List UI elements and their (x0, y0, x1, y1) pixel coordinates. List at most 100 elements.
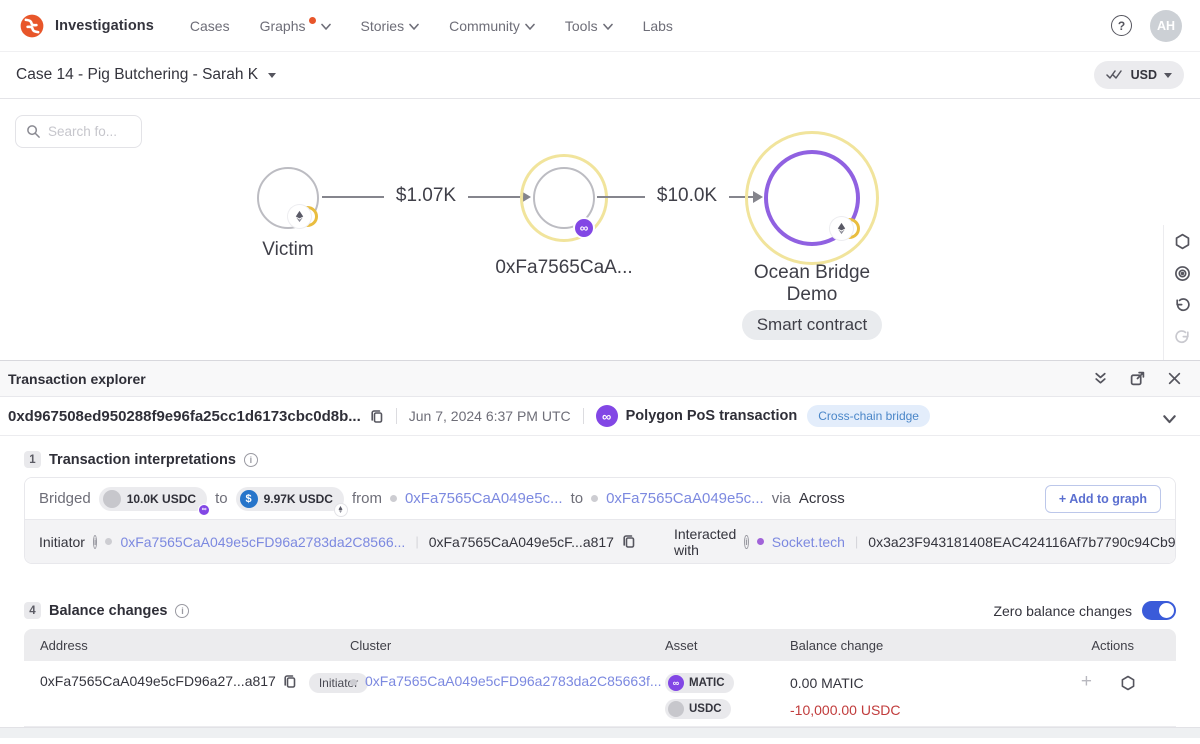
balance-section-header: 4 Balance changes i Zero balance changes (24, 601, 1176, 620)
address-dot (350, 679, 357, 686)
canvas-toolbar (1163, 225, 1200, 360)
info-icon[interactable]: i (244, 453, 258, 467)
bridged-interpretation-row: Bridged 10.0K USDC ∞ to $ 9.97K USDC fro… (25, 478, 1175, 520)
transaction-summary-row[interactable]: 0xd967508ed950288f9e96fa25cc1d6173cbc0d8… (0, 397, 1200, 436)
ethereum-icon (293, 210, 306, 223)
case-bar: Case 14 - Pig Butchering - Sarah K USD (0, 52, 1200, 99)
node-victim-label[interactable]: Victim (238, 239, 338, 261)
case-title: Case 14 - Pig Butchering - Sarah K (16, 66, 258, 84)
initiator-address-link[interactable]: 0xFa7565CaA049e5cFD96a2783da2C8566... (120, 534, 405, 550)
copy-icon[interactable] (370, 409, 384, 424)
bridge-protocol-name: Across (799, 490, 845, 507)
via-word: via (772, 490, 791, 507)
from-word: from (352, 490, 382, 507)
balance-count-badge: 4 (24, 602, 41, 619)
add-to-graph-button[interactable]: + Add to graph (1045, 485, 1161, 513)
graph-canvas[interactable]: Victim $1.07K ∞ 0xFa7565CaA... $10.0K (0, 99, 1200, 360)
interacted-entity-link[interactable]: Socket.tech (772, 534, 845, 550)
nav-item-cases[interactable]: Cases (190, 16, 230, 36)
usdc-icon: $ (240, 490, 258, 508)
redo-icon[interactable] (1174, 329, 1191, 346)
amount-from: 10.0K USDC (127, 492, 196, 506)
toggle-label: Zero balance changes (993, 603, 1132, 619)
nav-label: Labs (643, 16, 673, 36)
balance-changes-table: Address Cluster Asset Balance change Act… (24, 629, 1176, 727)
amount-to-pill[interactable]: $ 9.97K USDC (236, 487, 344, 511)
chevron-down-icon (409, 22, 419, 32)
avatar[interactable]: AH (1150, 10, 1182, 42)
table-row: 0xFa7565CaA049e5cFD96a27...a817 Initiato… (24, 661, 1176, 727)
network-name: Polygon PoS transaction (626, 408, 798, 424)
from-address-link[interactable]: 0xFa7565CaA049e5c... (405, 490, 563, 507)
nav-item-tools[interactable]: Tools (565, 16, 613, 36)
toggle-knob (1159, 603, 1174, 618)
entity-dot (757, 538, 764, 545)
graph-search[interactable] (15, 115, 142, 148)
cell-balance-change: 0.00 MATIC -10,000.00 USDC (790, 661, 1040, 726)
info-icon[interactable]: i (93, 535, 98, 549)
divider: | (853, 534, 860, 549)
zero-balance-toggle[interactable] (1142, 601, 1176, 620)
cluster-link[interactable]: 0xFa7565CaA049e5cFD96a2783da2C85663f... (365, 673, 662, 689)
token-icon (668, 701, 684, 717)
nav-label: Community (449, 16, 520, 36)
target-icon[interactable] (1174, 265, 1191, 282)
to-word: to (571, 490, 584, 507)
search-icon (26, 124, 41, 139)
interacted-with-label: Interacted with (674, 526, 736, 558)
divider: | (413, 534, 420, 549)
node-bridge-label[interactable]: Ocean Bridge Demo (732, 262, 892, 306)
col-balance-change: Balance change (790, 629, 1040, 661)
amount-from-pill[interactable]: 10.0K USDC ∞ (99, 487, 207, 511)
chevron-down-icon (603, 22, 613, 32)
col-address: Address (24, 629, 350, 661)
nav-item-stories[interactable]: Stories (361, 16, 420, 36)
transaction-hash: 0xd967508ed950288f9e96fa25cc1d6173cbc0d8… (8, 408, 361, 425)
info-icon[interactable]: i (175, 604, 189, 618)
polygon-network-icon: ∞ (596, 405, 618, 427)
edge-amount-label[interactable]: $10.0K (645, 185, 729, 207)
nav-label: Tools (565, 16, 598, 36)
node-middle-label[interactable]: 0xFa7565CaA... (494, 257, 634, 279)
smart-contract-tag: Smart contract (742, 310, 883, 340)
undo-icon[interactable] (1174, 297, 1191, 314)
copy-icon[interactable] (622, 534, 636, 549)
eth-asset-badge (288, 205, 318, 229)
search-input[interactable] (48, 124, 128, 139)
cell-actions: + (1040, 661, 1176, 726)
copy-icon[interactable] (283, 674, 297, 689)
open-in-new-icon[interactable] (1130, 371, 1145, 386)
action-label: Bridged (39, 490, 91, 507)
info-icon[interactable]: i (744, 535, 749, 549)
close-icon[interactable] (1167, 371, 1182, 386)
notification-dot (309, 17, 316, 24)
nav-label: Stories (361, 16, 405, 36)
currency-selector[interactable]: USD (1094, 61, 1184, 89)
asset-symbol: MATIC (689, 677, 725, 689)
nav-item-labs[interactable]: Labs (643, 16, 673, 36)
explorer-title: Transaction explorer (8, 371, 146, 387)
edge-amount-label[interactable]: $1.07K (384, 185, 468, 207)
nav-item-community[interactable]: Community (449, 16, 535, 36)
brand-name: Investigations (55, 18, 154, 34)
hexagon-icon[interactable] (1120, 675, 1136, 691)
help-icon[interactable]: ? (1111, 15, 1132, 36)
smart-contract-tag-wrap: Smart contract (712, 310, 912, 340)
brand[interactable]: Investigations (18, 12, 154, 40)
chevron-down-icon (525, 22, 535, 32)
polygon-chain-mini-badge: ∞ (198, 504, 210, 516)
case-title-dropdown[interactable]: Case 14 - Pig Butchering - Sarah K (16, 66, 276, 84)
asset-pill-matic: ∞ MATIC (665, 673, 734, 693)
nav-item-graphs[interactable]: Graphs (260, 16, 331, 36)
transaction-timestamp: Jun 7, 2024 6:37 PM UTC (409, 408, 571, 424)
asset-pill-usdc: USDC (665, 699, 731, 719)
explorer-body: 1 Transaction interpretations i Bridged … (0, 436, 1200, 727)
add-icon[interactable]: + (1081, 673, 1092, 691)
chevron-down-icon[interactable] (1163, 413, 1176, 426)
collapse-icon[interactable] (1093, 371, 1108, 386)
chevron-down-icon (1164, 73, 1172, 78)
to-address-link[interactable]: 0xFa7565CaA049e5c... (606, 490, 764, 507)
nav-label: Cases (190, 16, 230, 36)
hexagon-tool-icon[interactable] (1174, 233, 1191, 250)
amount-to: 9.97K USDC (264, 492, 333, 506)
